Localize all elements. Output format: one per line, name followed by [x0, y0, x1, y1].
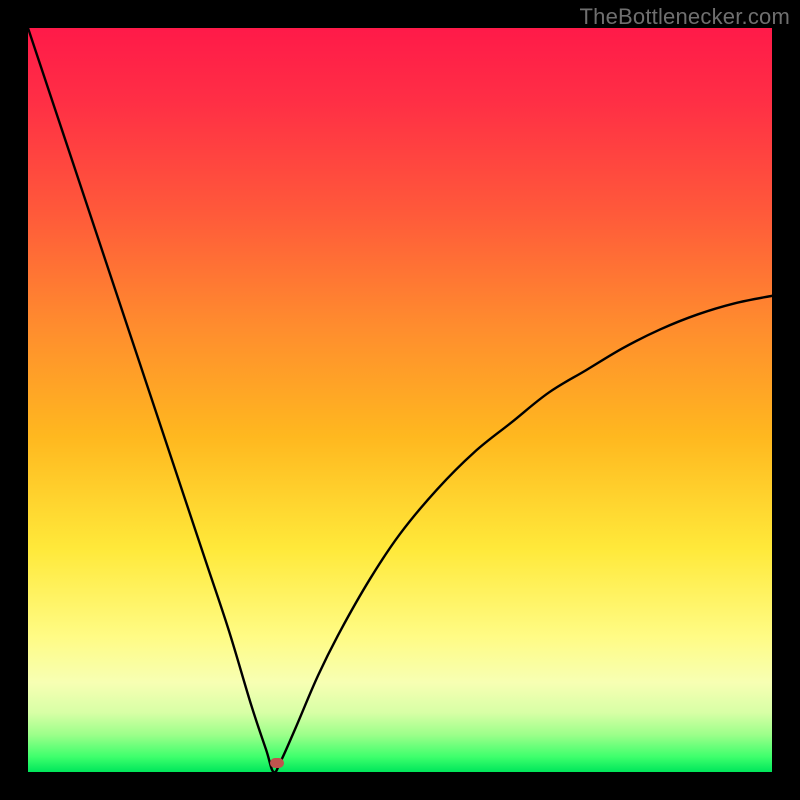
watermark-text: TheBottlenecker.com [580, 4, 790, 30]
bottleneck-curve [28, 28, 772, 772]
optimal-point-marker [270, 758, 284, 768]
chart-frame: TheBottlenecker.com [0, 0, 800, 800]
chart-plot-area [28, 28, 772, 772]
